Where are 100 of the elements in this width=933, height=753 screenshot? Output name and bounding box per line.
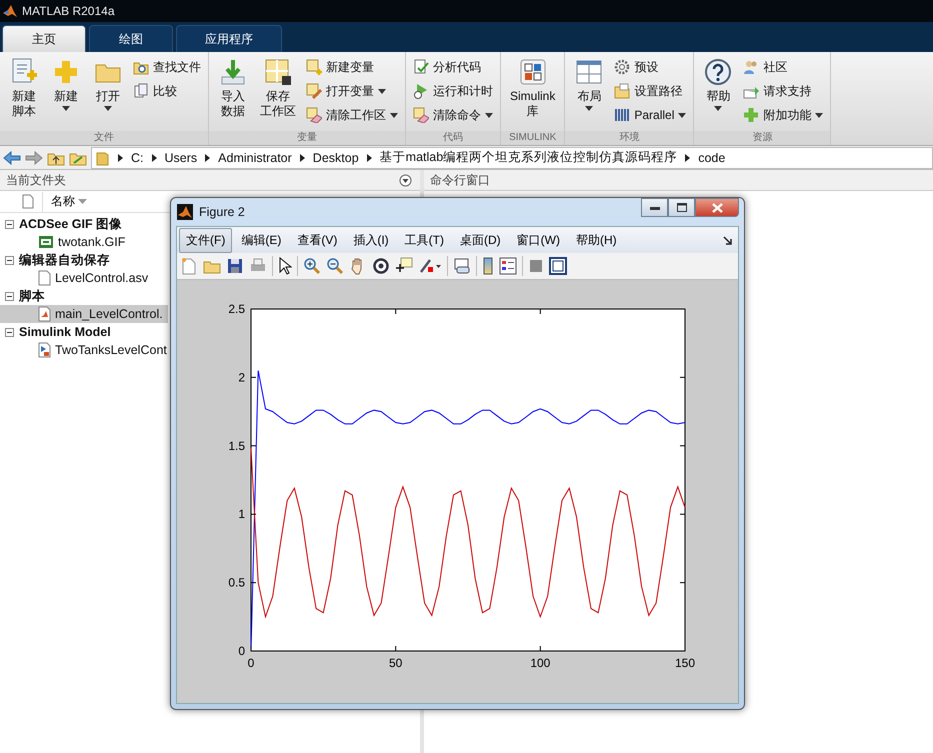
group-heading: ACDSee GIF 图像: [19, 216, 122, 232]
ribbon-button[interactable]: 打开: [88, 55, 128, 113]
path-separator-icon: [300, 154, 305, 162]
file-item[interactable]: TwoTanksLevelCont: [0, 341, 168, 359]
file-item[interactable]: main_LevelControl.: [0, 305, 168, 323]
legend-icon[interactable]: [499, 257, 517, 275]
path-segment[interactable]: Users: [164, 150, 198, 164]
rotate-icon[interactable]: [372, 257, 390, 275]
ribbon-button[interactable]: 预设: [611, 56, 690, 78]
ribbon-button[interactable]: 清除工作区: [303, 104, 401, 126]
panel-menu-icon[interactable]: [399, 174, 412, 186]
menu-item[interactable]: 文件(F): [179, 228, 232, 252]
collapse-icon[interactable]: [5, 256, 14, 264]
people-icon: [743, 59, 760, 75]
ribbon-button[interactable]: 打开变量: [303, 80, 401, 102]
image-file-icon: [38, 234, 54, 250]
maximize-button[interactable]: [668, 198, 695, 217]
window-title: Figure 2: [199, 205, 245, 219]
plus-icon: [743, 107, 760, 123]
tick-label: 1.5: [228, 438, 245, 453]
caret-icon: [585, 106, 594, 111]
caret-icon: [678, 112, 686, 118]
ribbon-button[interactable]: 查找文件: [130, 56, 204, 78]
minimize-button[interactable]: [641, 198, 668, 217]
menu-item[interactable]: 编辑(E): [234, 228, 288, 252]
bars-icon: [614, 107, 630, 123]
ribbon-button[interactable]: 比较: [130, 80, 204, 102]
ribbon-button[interactable]: 新建变量: [303, 56, 401, 78]
ribbon-tab[interactable]: 绘图: [89, 25, 173, 52]
ribbon-button[interactable]: 帮助: [698, 55, 738, 113]
data-cursor-icon[interactable]: [395, 257, 413, 275]
ribbon-button[interactable]: 新建: [46, 55, 86, 113]
panel-title: 当前文件夹: [6, 172, 66, 188]
tick-label: 100: [530, 656, 550, 670]
ribbon-button[interactable]: Parallel: [611, 104, 690, 126]
link-icon[interactable]: [453, 257, 471, 275]
tick-label: 0: [238, 644, 245, 658]
ribbon-button[interactable]: 新建 脚本: [4, 55, 44, 121]
folder-icon: [96, 150, 110, 166]
file-icon: [38, 270, 51, 286]
tick-label: 0: [248, 656, 254, 670]
group-label: SIMULINK: [501, 131, 564, 145]
tick-label: 50: [388, 656, 402, 670]
ribbon-button[interactable]: 保存 工作区: [255, 55, 301, 121]
file-item[interactable]: LevelControl.asv: [0, 269, 168, 287]
zoom-in-icon[interactable]: [303, 257, 321, 275]
ribbon-button[interactable]: 请求支持: [740, 80, 826, 102]
menu-item[interactable]: 桌面(D): [452, 228, 508, 252]
path-field[interactable]: C: Users Administrator Desktop 基于matlab编程两个坦克系列液位控制仿真源码程序 code: [91, 146, 933, 168]
ribbon-button[interactable]: 运行和计时: [410, 80, 496, 102]
dock-arrow-icon[interactable]: [723, 236, 732, 244]
ribbon-button[interactable]: 设置路径: [611, 80, 690, 102]
ribbon-button[interactable]: 附加功能: [740, 104, 826, 126]
ribbon-tab[interactable]: 主页: [2, 25, 86, 52]
ribbon-tab[interactable]: 应用程序: [176, 25, 282, 52]
caret-icon: [485, 112, 493, 118]
ribbon-button[interactable]: 社区: [740, 56, 826, 78]
path-segment[interactable]: C:: [131, 150, 144, 164]
menu-item[interactable]: 帮助(H): [568, 228, 624, 252]
menu-item[interactable]: 插入(I): [346, 228, 396, 252]
tick-label: 0.5: [228, 576, 245, 590]
caret-icon: [815, 112, 824, 118]
window-title: MATLAB R2014a: [22, 4, 114, 18]
zoom-out-icon[interactable]: [326, 257, 344, 275]
path-segment[interactable]: code: [698, 150, 726, 164]
menu-item[interactable]: 窗口(W): [510, 228, 567, 252]
group-heading: Simulink Model: [19, 325, 111, 339]
close-button[interactable]: [695, 198, 739, 217]
minimize-icon: [650, 206, 660, 210]
path-segment[interactable]: 基于matlab编程两个坦克系列液位控制仿真源码程序: [380, 149, 678, 166]
ribbon-button[interactable]: 导入 数据: [213, 55, 253, 121]
collapse-icon[interactable]: [5, 220, 14, 228]
menu-item[interactable]: 工具(T): [398, 228, 451, 252]
sort-caret-icon: [78, 199, 87, 204]
back-arrow-icon[interactable]: [3, 150, 21, 164]
file-type-icon: [22, 194, 34, 209]
square-icon[interactable]: [528, 258, 544, 274]
column-header[interactable]: 名称: [51, 193, 87, 210]
group-label: 代码: [406, 131, 500, 145]
new-file-icon[interactable]: [180, 257, 198, 275]
save-grid-icon: [263, 57, 293, 87]
frame-icon[interactable]: [549, 257, 567, 275]
caret-icon: [104, 106, 112, 111]
collapse-icon[interactable]: [5, 292, 14, 300]
save-icon[interactable]: [226, 257, 244, 275]
simulink-icon: [518, 57, 548, 87]
collapse-icon[interactable]: [5, 328, 14, 336]
path-segment[interactable]: Desktop: [312, 150, 359, 164]
brush-icon[interactable]: [418, 257, 442, 275]
ribbon-button[interactable]: 布局: [569, 55, 610, 113]
ribbon-button[interactable]: 清除命令: [410, 104, 496, 126]
colorbar-icon[interactable]: [482, 257, 494, 275]
menu-item[interactable]: 查看(V): [290, 228, 344, 252]
ribbon-button[interactable]: 分析代码: [410, 56, 496, 78]
group-label: 资源: [694, 131, 830, 145]
pointer-icon[interactable]: [278, 257, 292, 275]
ribbon-button[interactable]: Simulink 库: [505, 55, 560, 121]
file-item[interactable]: twotank.GIF: [0, 233, 168, 251]
path-separator-icon: [685, 154, 690, 162]
path-segment[interactable]: Administrator: [218, 150, 292, 164]
